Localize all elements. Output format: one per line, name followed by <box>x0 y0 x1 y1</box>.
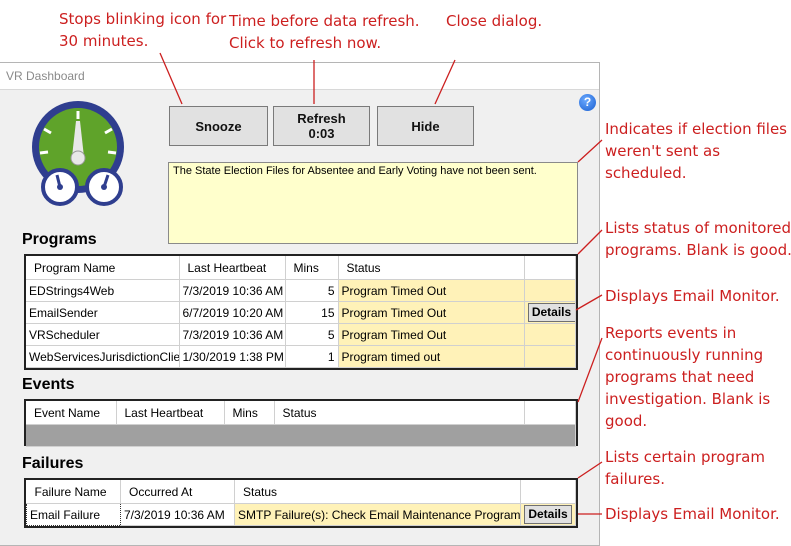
table-row[interactable]: VRScheduler 7/3/2019 10:36 AM 5 Program … <box>26 323 576 346</box>
program-mins: 15 <box>285 301 339 324</box>
hide-button[interactable]: Hide <box>377 106 474 146</box>
events-header-heartbeat: Last Heartbeat <box>116 401 225 425</box>
program-action-cell: Details <box>524 301 576 324</box>
failures-grid[interactable]: Failure Name Occurred At Status Email Fa… <box>24 478 578 528</box>
program-heartbeat: 1/30/2019 1:38 PM <box>179 345 286 368</box>
program-name: EDStrings4Web <box>26 279 180 302</box>
program-action-cell <box>524 345 576 368</box>
failure-occurred: 7/3/2019 10:36 AM <box>120 503 235 526</box>
programs-header-status: Status <box>338 256 525 280</box>
programs-header-name: Program Name <box>26 256 180 280</box>
annotation-message: Indicates if election files weren't sent … <box>605 120 787 182</box>
snooze-button[interactable]: Snooze <box>169 106 268 146</box>
failures-header-occurred: Occurred At <box>120 480 235 504</box>
program-mins: 5 <box>285 323 339 346</box>
email-sender-details-button[interactable]: Details <box>527 303 575 322</box>
events-header-name: Event Name <box>26 401 117 425</box>
programs-header-action <box>524 256 576 280</box>
program-heartbeat: 6/7/2019 10:20 AM <box>179 301 286 324</box>
refresh-button[interactable]: Refresh 0:03 <box>273 106 370 146</box>
failure-action-cell: Details <box>520 503 576 526</box>
events-grid[interactable]: Event Name Last Heartbeat Mins Status <box>24 399 578 447</box>
program-status: Program Timed Out <box>338 301 525 324</box>
events-header-mins: Mins <box>224 401 275 425</box>
failure-status: SMTP Failure(s): Check Email Maintenance… <box>234 503 521 526</box>
table-row[interactable]: Email Failure 7/3/2019 10:36 AM SMTP Fai… <box>26 503 576 526</box>
failures-heading: Failures <box>22 455 84 472</box>
events-header-status: Status <box>274 401 525 425</box>
events-empty-area <box>26 424 576 447</box>
failures-header-action <box>520 480 576 504</box>
gauge-logo-icon <box>32 101 124 206</box>
programs-header-mins: Mins <box>285 256 339 280</box>
failures-header-status: Status <box>234 480 521 504</box>
events-header-action <box>524 401 576 425</box>
program-mins: 5 <box>285 279 339 302</box>
program-action-cell <box>524 323 576 346</box>
election-files-message: The State Election Files for Absentee an… <box>168 162 578 244</box>
window-title: VR Dashboard <box>0 63 599 90</box>
program-status: Program Timed Out <box>338 279 525 302</box>
programs-heading: Programs <box>22 231 97 248</box>
email-failure-details-button[interactable]: Details <box>524 505 572 524</box>
annotation-refresh: Time before data refresh. Click to refres… <box>229 12 420 52</box>
program-name: VRScheduler <box>26 323 180 346</box>
table-row[interactable]: EmailSender 6/7/2019 10:20 AM 15 Program… <box>26 301 576 324</box>
program-status: Program Timed Out <box>338 323 525 346</box>
program-name: EmailSender <box>26 301 180 324</box>
program-mins: 1 <box>285 345 339 368</box>
annotation-snooze: Stops blinking icon for 30 minutes. <box>59 10 227 50</box>
program-name: WebServicesJurisdictionClient <box>26 345 180 368</box>
refresh-countdown: 0:03 <box>308 126 335 141</box>
program-action-cell <box>524 279 576 302</box>
program-status: Program timed out <box>338 345 525 368</box>
annotation-programs: Lists status of monitored programs. Blank… <box>605 219 791 259</box>
failures-header-name: Failure Name <box>26 480 121 504</box>
programs-header-heartbeat: Last Heartbeat <box>179 256 286 280</box>
annotation-details-programs: Displays Email Monitor. <box>605 287 780 305</box>
help-icon[interactable]: ? <box>579 94 596 111</box>
annotation-hide: Close dialog. <box>446 12 543 30</box>
table-row[interactable]: EDStrings4Web 7/3/2019 10:36 AM 5 Progra… <box>26 279 576 302</box>
annotation-failures: Lists certain program failures. <box>605 448 765 488</box>
table-row[interactable]: WebServicesJurisdictionClient 1/30/2019 … <box>26 345 576 368</box>
failure-name: Email Failure <box>26 503 121 526</box>
annotation-details-failures: Displays Email Monitor. <box>605 505 780 523</box>
events-heading: Events <box>22 376 75 393</box>
program-heartbeat: 7/3/2019 10:36 AM <box>179 323 286 346</box>
annotation-events: Reports events in continuously running pro… <box>605 324 771 430</box>
program-heartbeat: 7/3/2019 10:36 AM <box>179 279 286 302</box>
programs-grid[interactable]: Program Name Last Heartbeat Mins Status … <box>24 254 578 370</box>
